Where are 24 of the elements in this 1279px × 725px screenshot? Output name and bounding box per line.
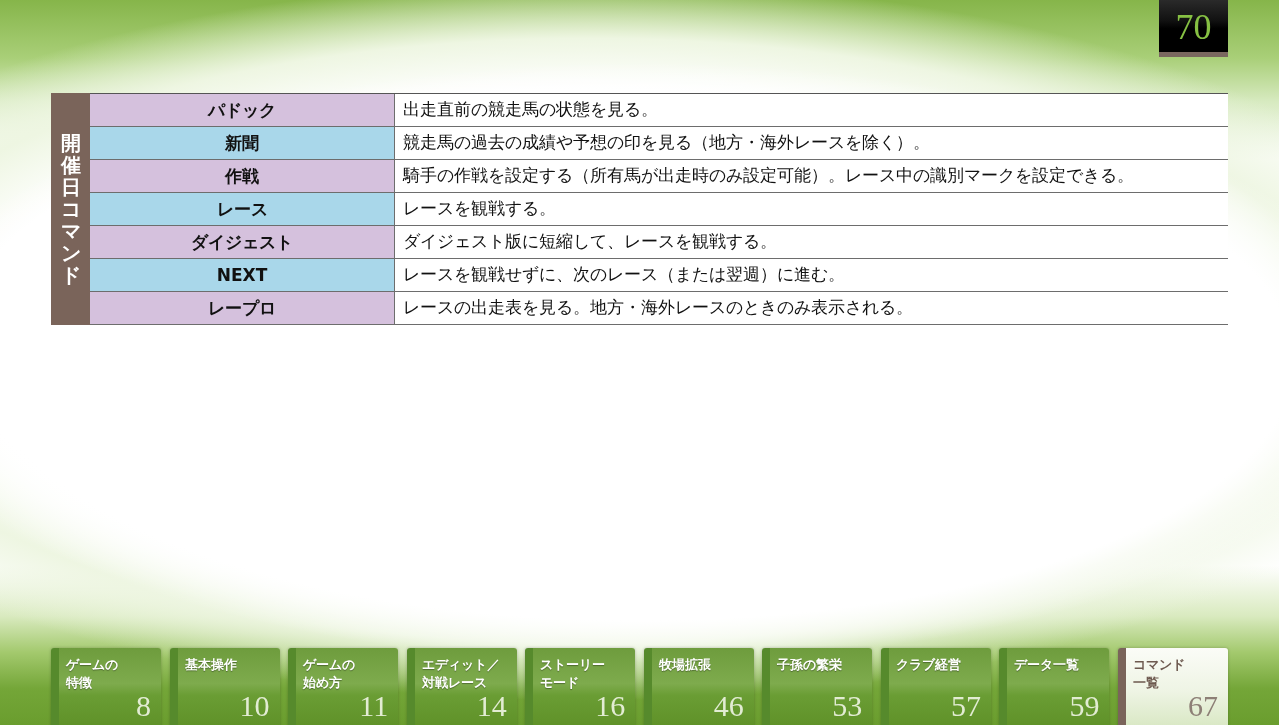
command-cell: レープロ: [90, 292, 395, 325]
chapter-tab[interactable]: ストーリー モード 16: [525, 648, 636, 725]
command-cell: ダイジェスト: [90, 226, 395, 259]
chapter-tab[interactable]: クラブ経営 57: [880, 648, 991, 725]
command-cell: パドック: [90, 94, 395, 127]
command-cell: 新聞: [90, 127, 395, 160]
description-cell: 競走馬の過去の成績や予想の印を見る（地方・海外レースを除く）。: [395, 127, 1228, 160]
chapter-tab[interactable]: ゲームの 始め方 11: [288, 648, 399, 725]
description-cell: 騎手の作戦を設定する（所有馬が出走時のみ設定可能）。レース中の識別マークを設定できる。: [395, 160, 1228, 193]
description-cell: ダイジェスト版に短縮して、レースを観戦する。: [395, 226, 1228, 259]
chapter-tab[interactable]: エディット／ 対戦レース 14: [406, 648, 517, 725]
chapter-tab[interactable]: 子孫の繁栄 53: [762, 648, 873, 725]
chapter-tab[interactable]: データ一覧 59: [999, 648, 1110, 725]
section-header-cell: 開催日コマンド: [51, 93, 90, 325]
chapter-tab[interactable]: 牧場拡張 46: [643, 648, 754, 725]
command-cell: レース: [90, 193, 395, 226]
command-cell: NEXT: [90, 259, 395, 292]
description-cell: レースを観戦する。: [395, 193, 1228, 226]
description-cell: 出走直前の競走馬の状態を見る。: [395, 94, 1228, 127]
page-number: 70: [1159, 0, 1228, 57]
command-cell: 作戦: [90, 160, 395, 193]
chapter-tab[interactable]: 基本操作 10: [169, 648, 280, 725]
chapter-tab[interactable]: ゲームの 特徴 8: [51, 648, 162, 725]
chapter-tab[interactable]: コマンド 一覧 67: [1117, 648, 1228, 725]
